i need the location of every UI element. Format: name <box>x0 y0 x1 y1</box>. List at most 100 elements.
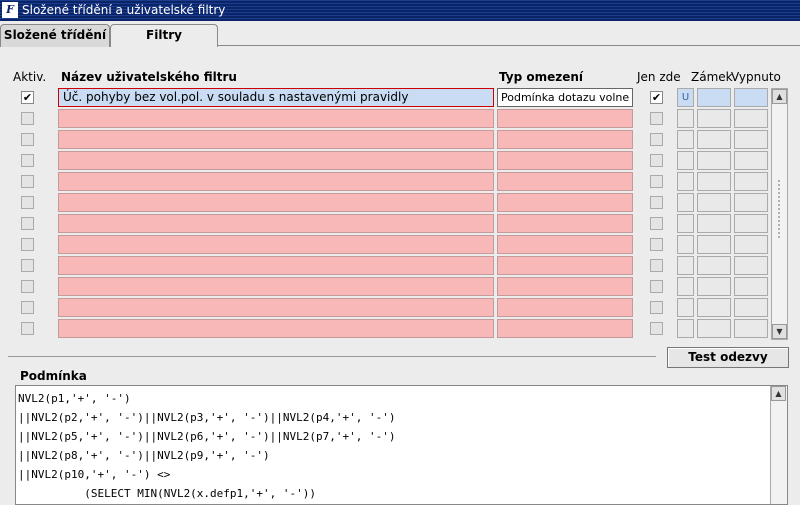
zamek-field[interactable] <box>677 172 694 191</box>
aktiv-checkbox[interactable] <box>21 238 34 251</box>
vypnuto-field[interactable] <box>734 235 768 254</box>
typ-omezeni-field[interactable] <box>497 193 633 212</box>
zamek-value-field[interactable] <box>697 319 731 338</box>
tab-slozene-trideni[interactable]: Složené třídění <box>0 24 110 47</box>
scroll-down-icon[interactable]: ▼ <box>772 324 787 339</box>
aktiv-checkbox[interactable] <box>21 175 34 188</box>
zamek-value-field[interactable] <box>697 109 731 128</box>
jen-zde-checkbox[interactable] <box>650 238 663 251</box>
zamek-value-field[interactable] <box>697 88 731 107</box>
scroll-up-icon[interactable]: ▲ <box>772 89 787 104</box>
filter-name-field[interactable] <box>58 172 494 191</box>
vypnuto-field[interactable] <box>734 88 768 107</box>
aktiv-checkbox[interactable]: ✔ <box>21 91 34 104</box>
tab-bar: Složené třídění Filtry <box>0 21 800 47</box>
typ-omezeni-field[interactable] <box>497 109 633 128</box>
filter-name-field[interactable] <box>58 214 494 233</box>
vypnuto-field[interactable] <box>734 298 768 317</box>
tab-filtry[interactable]: Filtry <box>110 24 218 47</box>
vypnuto-field[interactable] <box>734 151 768 170</box>
filter-name-field[interactable] <box>58 193 494 212</box>
jen-zde-checkbox[interactable] <box>650 196 663 209</box>
typ-omezeni-field[interactable] <box>497 151 633 170</box>
jen-zde-checkbox[interactable] <box>650 280 663 293</box>
jen-zde-checkbox[interactable] <box>650 322 663 335</box>
zamek-field[interactable] <box>677 298 694 317</box>
zamek-field[interactable] <box>677 235 694 254</box>
vypnuto-field[interactable] <box>734 256 768 275</box>
filter-name-field[interactable] <box>58 151 494 170</box>
aktiv-checkbox[interactable] <box>21 196 34 209</box>
zamek-value-field[interactable] <box>697 193 731 212</box>
vypnuto-field[interactable] <box>734 214 768 233</box>
col-header-vypnuto: Vypnuto <box>731 70 781 84</box>
jen-zde-checkbox[interactable] <box>650 133 663 146</box>
zamek-field[interactable] <box>677 130 694 149</box>
typ-omezeni-field[interactable] <box>497 319 633 338</box>
jen-zde-checkbox[interactable] <box>650 301 663 314</box>
vypnuto-field[interactable] <box>734 109 768 128</box>
typ-omezeni-field[interactable] <box>497 172 633 191</box>
vypnuto-field[interactable] <box>734 172 768 191</box>
table-row <box>0 171 800 192</box>
filter-name-field[interactable] <box>58 319 494 338</box>
typ-omezeni-field[interactable] <box>497 214 633 233</box>
zamek-field[interactable] <box>677 193 694 212</box>
typ-omezeni-field[interactable] <box>497 298 633 317</box>
typ-omezeni-field[interactable] <box>497 130 633 149</box>
vypnuto-field[interactable] <box>734 130 768 149</box>
zamek-field[interactable] <box>677 319 694 338</box>
aktiv-checkbox[interactable] <box>21 280 34 293</box>
zamek-value-field[interactable] <box>697 151 731 170</box>
jen-zde-checkbox[interactable] <box>650 112 663 125</box>
test-odezvy-button[interactable]: Test odezvy <box>667 347 789 368</box>
scroll-grip <box>777 179 782 239</box>
zamek-value-field[interactable] <box>697 214 731 233</box>
zamek-value-field[interactable] <box>697 235 731 254</box>
jen-zde-checkbox[interactable] <box>650 217 663 230</box>
zamek-field[interactable] <box>677 109 694 128</box>
jen-zde-checkbox[interactable] <box>650 259 663 272</box>
typ-omezeni-field[interactable] <box>497 235 633 254</box>
table-row <box>0 213 800 234</box>
aktiv-checkbox[interactable] <box>21 322 34 335</box>
zamek-field[interactable] <box>677 256 694 275</box>
zamek-field[interactable] <box>677 214 694 233</box>
aktiv-checkbox[interactable] <box>21 259 34 272</box>
typ-omezeni-field[interactable] <box>497 256 633 275</box>
jen-zde-checkbox[interactable] <box>650 154 663 167</box>
filter-name-field[interactable] <box>58 235 494 254</box>
zamek-field[interactable] <box>677 151 694 170</box>
zamek-value-field[interactable] <box>697 277 731 296</box>
zamek-value-field[interactable] <box>697 172 731 191</box>
aktiv-checkbox[interactable] <box>21 301 34 314</box>
aktiv-checkbox[interactable] <box>21 112 34 125</box>
zamek-value-field[interactable] <box>697 298 731 317</box>
aktiv-checkbox[interactable] <box>21 217 34 230</box>
jen-zde-checkbox[interactable]: ✔ <box>650 91 663 104</box>
zamek-field[interactable] <box>677 277 694 296</box>
filter-name-field[interactable] <box>58 298 494 317</box>
vypnuto-field[interactable] <box>734 277 768 296</box>
table-scrollbar[interactable]: ▲ ▼ <box>771 88 788 340</box>
filter-name-field[interactable] <box>58 130 494 149</box>
jen-zde-checkbox[interactable] <box>650 175 663 188</box>
vypnuto-field[interactable] <box>734 319 768 338</box>
vypnuto-field[interactable] <box>734 193 768 212</box>
scroll-up-icon[interactable]: ▲ <box>771 386 786 401</box>
typ-omezeni-field[interactable] <box>497 277 633 296</box>
zamek-value-field[interactable] <box>697 130 731 149</box>
textarea-scrollbar[interactable]: ▲ <box>770 386 787 504</box>
typ-omezeni-field[interactable]: Podmínka dotazu volne <box>497 88 633 107</box>
filter-name-field[interactable] <box>58 109 494 128</box>
filter-name-field[interactable] <box>58 256 494 275</box>
aktiv-checkbox[interactable] <box>21 133 34 146</box>
zamek-value-field[interactable] <box>697 256 731 275</box>
table-row <box>0 276 800 297</box>
aktiv-checkbox[interactable] <box>21 154 34 167</box>
podminka-textarea[interactable]: NVL2(p1,'+', '-') ||NVL2(p2,'+', '-')||N… <box>15 385 788 505</box>
filter-name-field[interactable] <box>58 277 494 296</box>
table-row <box>0 192 800 213</box>
zamek-field[interactable]: U <box>677 88 694 107</box>
filter-name-field[interactable]: Úč. pohyby bez vol.pol. v souladu s nast… <box>58 88 494 107</box>
